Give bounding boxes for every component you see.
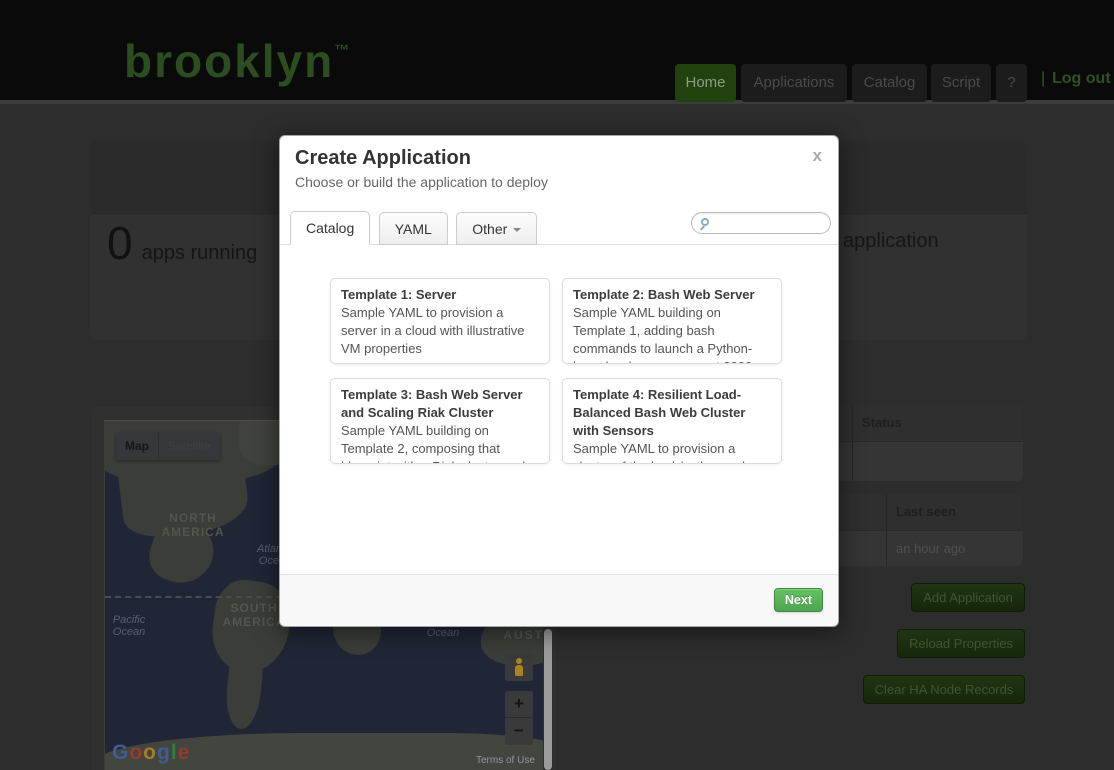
tab-yaml[interactable]: YAML [379,212,448,245]
template-card-3[interactable]: Template 3: Bash Web Server and Scaling … [330,378,550,464]
logout-link[interactable]: Log out [1052,70,1111,88]
deploy-application-text-fragment: application [843,230,939,253]
satellite-view-button[interactable]: Satellite [159,433,220,460]
nav-separator: | [1041,70,1045,88]
template-title: Template 4: Resilient Load-Balanced Bash… [573,386,771,440]
chevron-down-icon [513,228,521,232]
map-label-north-america: NORTH AMERICA [145,511,241,539]
terms-of-use-link[interactable]: Terms of Use [476,755,535,766]
map-zoom-control: + − [505,691,533,745]
nav-tab-script[interactable]: Script [931,64,991,102]
google-letter: e [178,741,191,764]
map-label-line: Ocean [104,626,161,638]
reload-properties-button[interactable]: Reload Properties [897,629,1025,658]
panel-scrollbar[interactable] [544,629,552,770]
add-application-button[interactable]: Add Application [911,583,1025,612]
map-label-line: Pacific [104,614,161,626]
trademark: ™ [334,42,349,59]
zoom-in-button[interactable]: + [505,691,533,718]
google-letter: G [112,741,129,764]
template-description: Sample YAML to provision a server in a c… [341,304,539,358]
map-label-line: NORTH [145,511,241,525]
modal-subtitle: Choose or build the application to deplo… [295,174,548,190]
close-icon[interactable]: x [813,146,822,166]
google-letter: o [129,741,143,764]
apps-running-summary: 0 apps running [107,216,257,270]
street-view-control[interactable] [505,653,533,681]
google-letter: o [143,741,157,764]
map-label-line: AMERICA [145,525,241,539]
brand-logo[interactable]: brooklyn™ [124,34,349,88]
status-column-header: Status [852,405,1023,441]
pegman-icon [516,658,522,664]
create-application-modal: Create Application Choose or build the a… [279,135,839,627]
last-seen-cell: an hour ago [886,531,1023,566]
zoom-out-button[interactable]: − [505,718,533,745]
nav-tab-catalog[interactable]: Catalog [852,64,927,102]
nav-tab-applications[interactable]: Applications [741,64,847,102]
template-description: Sample YAML to provision a cluster of th… [573,440,771,464]
template-card-4[interactable]: Template 4: Resilient Load-Balanced Bash… [562,378,782,464]
search-input[interactable] [716,214,826,232]
clear-ha-node-records-button[interactable]: Clear HA Node Records [863,675,1025,704]
map-label-indian-ocean: Ocean [413,627,473,639]
template-description: Sample YAML building on Template 1, addi… [573,304,771,364]
map-type-control: Map Satellite [116,433,220,460]
nav-tab-help[interactable]: ? [996,64,1027,102]
apps-count: 0 [107,216,133,270]
modal-footer: Next [280,574,838,626]
next-button[interactable]: Next [774,588,823,612]
map-view-button[interactable]: Map [116,433,159,460]
catalog-search-box [691,212,831,234]
template-description: Sample YAML building on Template 2, comp… [341,422,539,464]
template-card-1[interactable]: Template 1: Server Sample YAML to provis… [330,278,550,364]
status-cell [852,442,1023,481]
search-icon [701,218,709,226]
template-card-2[interactable]: Template 2: Bash Web Server Sample YAML … [562,278,782,364]
template-title: Template 3: Bash Web Server and Scaling … [341,386,539,422]
map-label-australia: AUSTRALIA [487,628,543,642]
tab-label: YAML [395,221,432,237]
brand-logo-text: brooklyn [124,35,334,87]
google-letter: l [171,741,178,764]
map-label-pacific-ocean: Pacific Ocean [104,614,161,638]
last-seen-column-header: Last seen [886,494,1023,530]
tab-other[interactable]: Other [456,212,537,245]
apps-count-label: apps running [142,242,258,265]
page: brooklyn™ Home Applications Catalog Scri… [0,0,1114,770]
nav-tab-home[interactable]: Home [675,64,736,102]
modal-title: Create Application [295,147,471,170]
template-title: Template 1: Server [341,286,539,304]
tab-label: Other [472,221,507,237]
google-letter: g [157,741,171,764]
template-title: Template 2: Bash Web Server [573,286,771,304]
google-logo: Google [112,741,190,765]
tab-label: Catalog [306,220,354,236]
tab-catalog[interactable]: Catalog [290,211,370,245]
